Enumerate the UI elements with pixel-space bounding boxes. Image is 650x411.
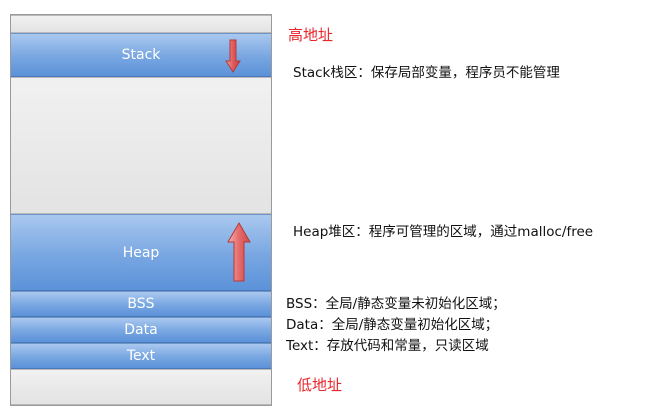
bss-description: BSS：全局/静态变量未初始化区域； [286, 296, 506, 312]
heap-description: Heap堆区：程序可管理的区域，通过malloc/free [293, 224, 594, 240]
top-reserved-region [11, 15, 271, 33]
heap-up-arrow-icon [227, 222, 251, 282]
bottom-reserved-region [11, 369, 271, 405]
data-description: Data：全局/静态变量初始化区域； [286, 317, 499, 333]
high-address-label: 高地址 [288, 26, 334, 44]
bss-segment-label: BSS [127, 296, 155, 312]
stack-segment-label: Stack [121, 47, 161, 63]
heap-segment-label: Heap [122, 244, 160, 261]
text-description: Text：存放代码和常量，只读区域 [286, 338, 489, 354]
bss-segment: BSS [11, 291, 271, 317]
stack-down-arrow-icon [225, 39, 241, 73]
data-segment: Data [11, 317, 271, 343]
low-address-label: 低地址 [297, 376, 343, 394]
text-segment-label: Text [126, 348, 156, 364]
memory-layout-diagram: Stack Heap BSS Data Text [10, 14, 272, 406]
free-memory-region [11, 77, 271, 214]
text-segment: Text [11, 343, 271, 369]
data-segment-label: Data [124, 322, 158, 338]
stack-description: Stack栈区：保存局部变量，程序员不能管理 [293, 65, 560, 81]
